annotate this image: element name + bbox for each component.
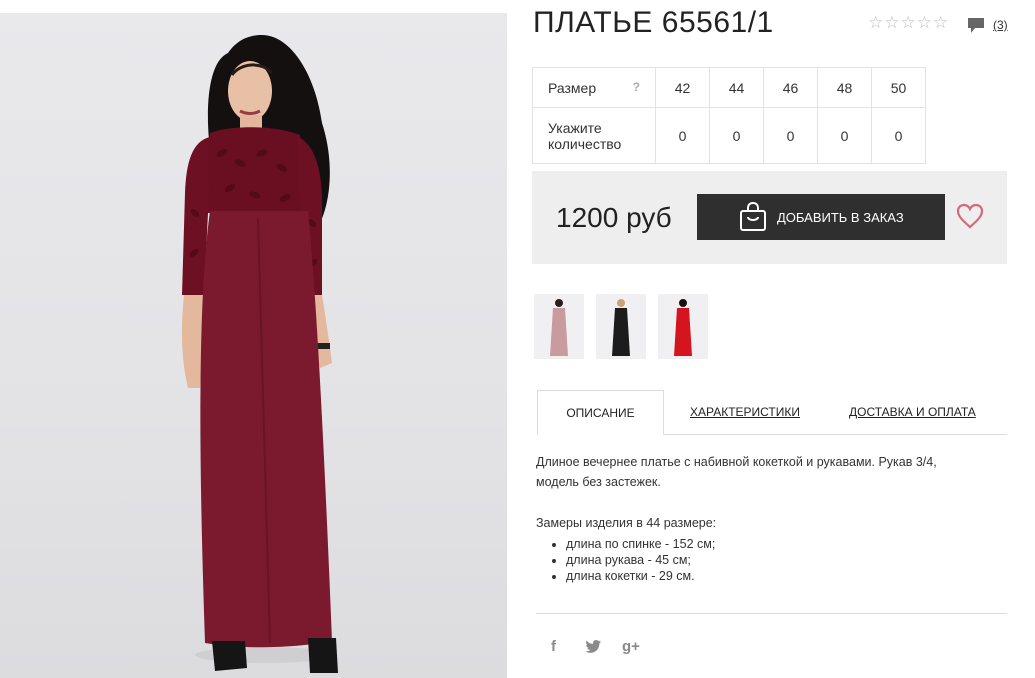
list-item: длина по спинке - 152 см;	[566, 536, 715, 552]
size-option: 42	[655, 67, 710, 108]
size-label: Размер	[548, 79, 597, 96]
add-to-order-label: ДОБАВИТЬ В ЗАКАЗ	[777, 209, 904, 225]
size-option: 50	[871, 67, 926, 108]
size-option: 44	[709, 67, 764, 108]
star-icon[interactable]: ☆	[917, 14, 932, 32]
star-icon[interactable]: ☆	[868, 14, 883, 32]
product-main-photo[interactable]	[0, 13, 507, 678]
quantity-input[interactable]: 0	[817, 107, 872, 164]
size-help-icon[interactable]: ?	[633, 80, 640, 94]
quantity-label-line2: количество	[548, 135, 622, 152]
star-icon[interactable]: ☆	[901, 14, 916, 32]
thumbnail-black-dress[interactable]	[596, 294, 646, 359]
list-item: длина рукава - 45 см;	[566, 552, 715, 568]
quantity-label: Укажите количество	[532, 107, 656, 164]
star-icon[interactable]: ☆	[884, 14, 899, 32]
quantity-input[interactable]: 0	[709, 107, 764, 164]
star-icon[interactable]: ☆	[933, 14, 948, 32]
quantity-input[interactable]: 0	[871, 107, 926, 164]
measures-title: Замеры изделия в 44 размере:	[536, 516, 717, 530]
size-label-cell: Размер ?	[532, 67, 656, 108]
tab-description[interactable]: ОПИСАНИЕ	[537, 390, 664, 435]
rating-stars[interactable]: ☆ ☆ ☆ ☆ ☆	[868, 14, 948, 32]
product-description: Длиное вечернее платье с набивной кокетк…	[536, 455, 937, 489]
size-option: 46	[763, 67, 818, 108]
shopping-bag-icon	[739, 202, 767, 232]
add-to-order-button[interactable]: ДОБАВИТЬ В ЗАКАЗ	[697, 194, 945, 240]
review-count-link[interactable]: (3)	[993, 18, 1008, 32]
facebook-icon[interactable]: f	[551, 638, 556, 655]
size-option: 48	[817, 67, 872, 108]
comment-icon[interactable]	[967, 17, 985, 39]
tab-characteristics[interactable]: ХАРАКТЕРИСТИКИ	[690, 405, 800, 419]
wishlist-heart-icon[interactable]	[956, 203, 984, 234]
price: 1200 руб	[556, 202, 672, 233]
model-in-dress-illustration	[181, 35, 338, 673]
size-quantity-table: Размер ? 42 44 46 48 50 Укажите количест…	[532, 67, 926, 164]
divider	[536, 613, 1007, 614]
quantity-row: Укажите количество 0 0 0 0 0	[532, 107, 926, 164]
measures-list: длина по спинке - 152 см; длина рукава -…	[548, 536, 715, 584]
product-title: ПЛАТЬЕ 65561/1	[533, 6, 774, 39]
google-plus-icon[interactable]: g+	[622, 638, 640, 655]
quantity-label-line1: Укажите	[548, 119, 602, 136]
list-item: длина кокетки - 29 см.	[566, 568, 715, 584]
size-row: Размер ? 42 44 46 48 50	[532, 67, 926, 108]
thumbnail-red-dress[interactable]	[658, 294, 708, 359]
quantity-input[interactable]: 0	[655, 107, 710, 164]
price-box: 1200 руб ДОБАВИТЬ В ЗАКАЗ	[532, 171, 1007, 264]
tab-delivery-payment[interactable]: ДОСТАВКА И ОПЛАТА	[849, 405, 976, 419]
twitter-icon[interactable]	[585, 640, 601, 657]
thumbnail-rose-dress[interactable]	[534, 294, 584, 359]
quantity-input[interactable]: 0	[763, 107, 818, 164]
